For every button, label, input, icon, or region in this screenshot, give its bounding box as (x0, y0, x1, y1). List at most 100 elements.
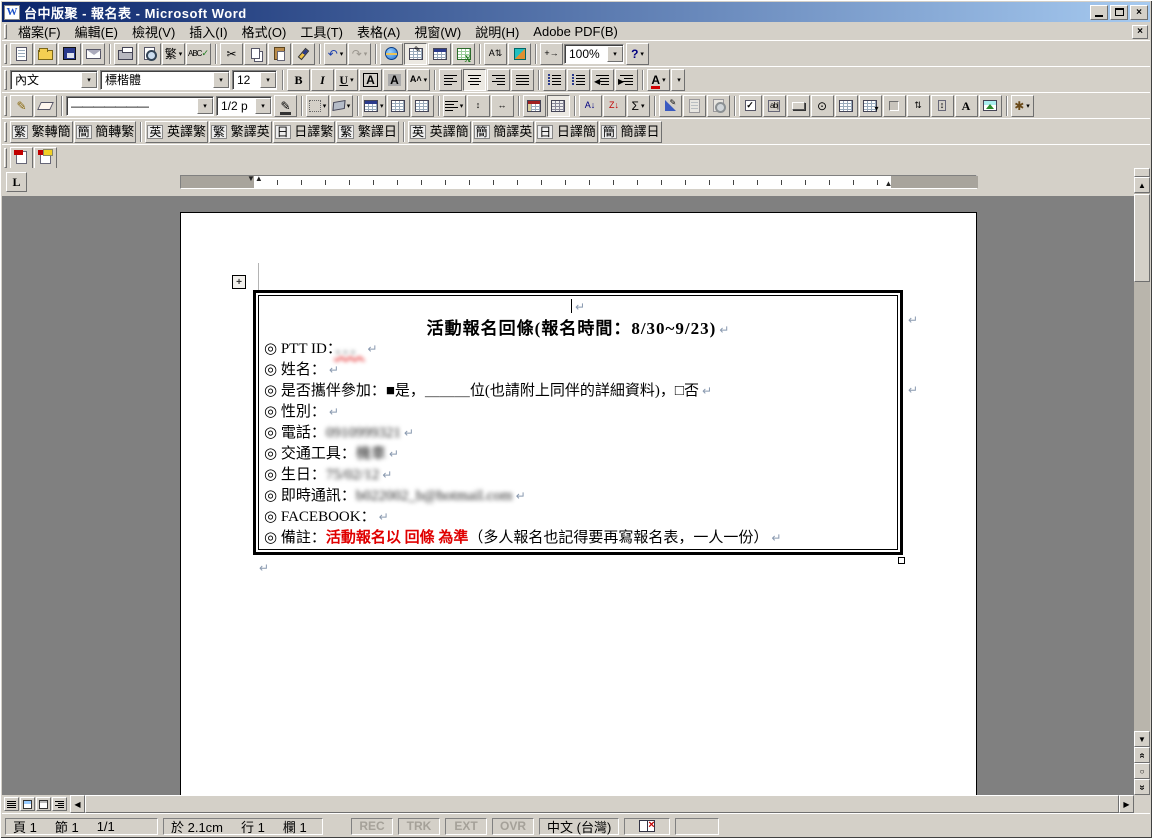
format-painter-button[interactable] (292, 42, 315, 65)
scrollbar-control-button[interactable]: ↕ (930, 94, 954, 117)
shading-color-button[interactable]: ▾ (330, 94, 353, 117)
eraser-button[interactable] (34, 94, 57, 117)
outside-border-button[interactable]: ▾ (306, 94, 329, 117)
more-buttons-button[interactable]: ▾ (671, 68, 685, 91)
scroll-down-button[interactable]: ▼ (1134, 731, 1150, 747)
translate-trad-to-en-button[interactable]: 繁 繁譯英 (208, 120, 272, 143)
save-button[interactable] (58, 42, 81, 65)
form-line-facebook[interactable]: ◎ FACEBOOK： ↵ (264, 507, 892, 528)
align-left-button[interactable] (439, 68, 462, 91)
menu-table[interactable]: 表格(A) (350, 21, 407, 42)
form-line-transport[interactable]: ◎ 交通工具：機車 ↵ (264, 444, 892, 465)
style-dropdown[interactable]: ▾ (81, 71, 97, 88)
align-center-button[interactable] (463, 68, 486, 91)
tables-and-borders-button[interactable]: ✎ (404, 42, 427, 65)
checkbox-control-button[interactable]: ✓ (738, 94, 762, 117)
redo-button[interactable]: ↷ ▾ (348, 42, 371, 65)
table-move-handle[interactable]: + (232, 275, 246, 289)
cut-button[interactable]: ✂ (220, 42, 243, 65)
image-control-button[interactable] (978, 94, 1002, 117)
distribute-columns-button[interactable]: ↔ (490, 94, 514, 117)
translate-simp-to-trad-button[interactable]: 簡 簡轉繁 (73, 120, 137, 143)
show-gridlines-button[interactable] (546, 94, 570, 117)
font-size-combo[interactable]: 12 ▾ (232, 69, 277, 90)
distribute-button[interactable] (511, 68, 534, 91)
tab-selector[interactable]: L (6, 172, 27, 192)
line-weight-combo[interactable]: 1/2 p ▾ (216, 95, 272, 116)
form-line-gender[interactable]: ◎ 性別： ↵ (264, 402, 892, 423)
translate-en-to-trad-button[interactable]: 英 英譯繁 (145, 120, 208, 143)
vertical-scrollbar[interactable]: ▲ ▼ « ○ » (1134, 168, 1150, 795)
translate-en-to-simp-button[interactable]: 英 英譯簡 (407, 120, 471, 143)
new-document-button[interactable] (10, 42, 33, 65)
design-mode-button[interactable]: ✎ (658, 94, 682, 117)
translate-trad-to-simp-button[interactable]: 繁 繁轉簡 (10, 120, 73, 143)
toolbar-drag-handle[interactable] (4, 121, 7, 142)
web-layout-view-button[interactable] (20, 797, 35, 811)
font-combo[interactable]: 標楷體 ▾ (100, 69, 230, 90)
border-color-button[interactable]: ✎ (274, 94, 297, 117)
drawing-button[interactable] (508, 42, 531, 65)
restore-button[interactable] (1110, 4, 1128, 20)
chinese-convert-button[interactable]: 繁 ▾ (162, 42, 185, 65)
spin-button-control[interactable]: ⇅ (906, 94, 930, 117)
form-line-messenger[interactable]: ◎ 即時通訊：b022002_b@hotmail.com ↵ (264, 486, 892, 507)
menu-file[interactable]: 檔案(F) (11, 21, 68, 42)
properties-button[interactable] (682, 94, 706, 117)
menu-window[interactable]: 視窗(W) (407, 21, 468, 42)
toolbar-drag-handle[interactable] (4, 69, 7, 90)
line-style-dropdown[interactable]: ▾ (197, 97, 213, 114)
draw-table-button[interactable]: ✎ (10, 94, 33, 117)
spelling-button[interactable]: ABC ✓ (186, 42, 211, 65)
print-preview-button[interactable] (138, 42, 161, 65)
table-resize-handle[interactable] (898, 557, 905, 564)
insert-excel-button[interactable]: X (452, 42, 475, 65)
combobox-control-button[interactable]: ▾ (858, 94, 882, 117)
form-line-birthday[interactable]: ◎ 生日：75/02/12 ↵ (264, 465, 892, 486)
autosum-button[interactable]: Σ ▾ (626, 94, 650, 117)
normal-view-button[interactable] (4, 797, 19, 811)
align-right-button[interactable] (487, 68, 510, 91)
sort-descending-button[interactable]: Z↓ (602, 94, 626, 117)
menu-view[interactable]: 檢視(V) (125, 21, 182, 42)
copy-button[interactable] (244, 42, 267, 65)
horizontal-scrollbar[interactable]: ◀ ▶ (2, 795, 1134, 813)
style-combo[interactable]: 內文 ▾ (10, 69, 98, 90)
label-control-button[interactable]: A (954, 94, 978, 117)
email-button[interactable] (82, 42, 105, 65)
toolbar-drag-handle[interactable] (4, 43, 7, 64)
select-browse-object-button[interactable]: ○ (1134, 763, 1150, 779)
split-handle[interactable] (1134, 168, 1150, 177)
paste-button[interactable] (268, 42, 291, 65)
form-title-line[interactable]: 活動報名回條(報名時間：8/30~9/23) ↵ (264, 318, 892, 339)
close-button[interactable]: × (1130, 4, 1148, 20)
translate-jp-to-trad-button[interactable]: 日 日譯繁 (272, 120, 336, 143)
horizontal-scroll-thumb[interactable] (85, 795, 1119, 813)
merge-cells-button[interactable] (386, 94, 410, 117)
cursor-line[interactable]: ↵ (264, 297, 892, 318)
character-shading-button[interactable]: A (383, 68, 406, 91)
scroll-left-button[interactable]: ◀ (70, 795, 85, 813)
vertical-scroll-thumb[interactable] (1134, 194, 1150, 282)
listbox-control-button[interactable] (834, 94, 858, 117)
translate-jp-to-simp-button[interactable]: 日 日譯簡 (535, 120, 598, 143)
italic-button[interactable]: I (311, 68, 334, 91)
split-cells-button[interactable] (410, 94, 434, 117)
font-color-button[interactable]: A ▾ (647, 68, 670, 91)
language-panel[interactable]: 中文 (台灣) (539, 817, 620, 835)
increase-indent-button[interactable]: ▶ (615, 68, 638, 91)
insert-table-menu-button[interactable]: ▾ (362, 94, 386, 117)
record-macro-mode[interactable]: REC (351, 817, 393, 835)
print-layout-view-button[interactable] (36, 797, 51, 811)
option-button-control[interactable]: ⊙ (810, 94, 834, 117)
numbering-button[interactable] (543, 68, 566, 91)
help-button[interactable]: ? ▾ (626, 42, 649, 65)
overtype-mode[interactable]: OVR (492, 817, 534, 835)
more-controls-button[interactable]: ✱ ▾ (1010, 94, 1034, 117)
insertion-point-button[interactable]: +→ (540, 42, 563, 65)
document-close-button[interactable]: × (1132, 24, 1148, 39)
scroll-right-button[interactable]: ▶ (1119, 795, 1134, 813)
line-weight-dropdown[interactable]: ▾ (255, 97, 271, 114)
menu-insert[interactable]: 插入(I) (182, 21, 234, 42)
insert-table-button[interactable] (428, 42, 451, 65)
